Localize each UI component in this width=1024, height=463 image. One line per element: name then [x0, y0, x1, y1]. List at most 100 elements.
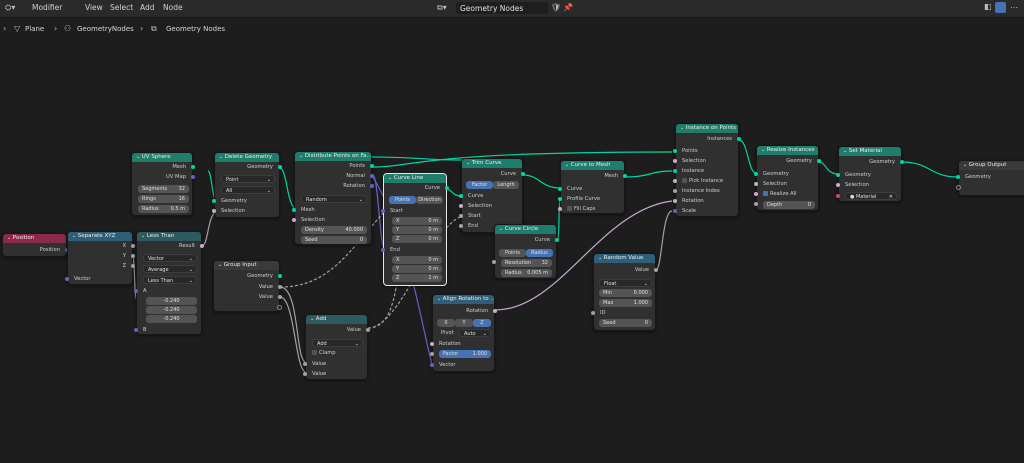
- node-distribute-points[interactable]: Distribute Points on Fa… Points Normal R…: [292, 151, 374, 245]
- input-socket[interactable]: [459, 204, 463, 208]
- max-field[interactable]: Max 1.000: [599, 299, 652, 307]
- node-group-input[interactable]: Group Input Geometry Value Value: [213, 260, 282, 312]
- empty-socket[interactable]: [956, 185, 961, 190]
- input-socket[interactable]: [459, 194, 463, 198]
- input-socket[interactable]: [673, 149, 677, 153]
- operation-dropdown[interactable]: Add ⌄: [312, 339, 363, 347]
- input-socket[interactable]: [212, 199, 216, 203]
- node-header[interactable]: Group Input: [214, 261, 279, 270]
- input-socket[interactable]: [303, 372, 307, 376]
- output-socket[interactable]: [131, 254, 135, 258]
- output-socket[interactable]: [278, 165, 282, 169]
- input-socket[interactable]: [956, 175, 960, 179]
- end-y-field[interactable]: Y 0 m: [392, 265, 442, 273]
- mode-dropdown[interactable]: All ⌄: [221, 186, 275, 194]
- input-socket[interactable]: [673, 199, 677, 203]
- input-socket[interactable]: [673, 179, 677, 183]
- input-socket[interactable]: [459, 214, 463, 218]
- pivot-dropdown[interactable]: Auto ⌄: [459, 329, 491, 337]
- node-align-rotation[interactable]: Align Rotation to … Rotation X Y Z Pivot…: [430, 294, 497, 372]
- node-header[interactable]: Realize Instances: [757, 146, 818, 155]
- output-socket[interactable]: [521, 172, 525, 176]
- node-curve-circle[interactable]: Curve Circle Curve Points Radius Resolut…: [492, 224, 559, 279]
- output-socket[interactable]: [623, 174, 627, 178]
- seed-field[interactable]: Seed 0: [301, 236, 367, 244]
- node-delete-geometry[interactable]: Delete Geometry Geometry Point ⌄ All ⌄ Geo…: [212, 152, 282, 218]
- node-curve-line[interactable]: Curve Line Curve Points Direction Start …: [381, 173, 449, 286]
- a-x-field[interactable]: -0.240: [146, 297, 197, 305]
- input-socket[interactable]: [212, 209, 216, 213]
- node-group-output[interactable]: Group Output Geometry: [956, 160, 1024, 196]
- input-socket[interactable]: [430, 352, 434, 356]
- mode-length-tab[interactable]: Length: [493, 181, 519, 189]
- close-icon[interactable]: ✕: [889, 194, 893, 200]
- node-separate-xyz[interactable]: Separate XYZ X Y Z Vector: [65, 231, 135, 285]
- output-socket[interactable]: [191, 175, 195, 179]
- node-set-material[interactable]: Set Material Geometry Geometry Selection…: [836, 146, 904, 202]
- empty-socket[interactable]: [277, 305, 282, 310]
- rings-field[interactable]: Rings 16: [138, 195, 189, 203]
- input-socket[interactable]: [673, 169, 677, 173]
- input-socket[interactable]: [65, 277, 69, 281]
- output-socket[interactable]: [191, 165, 195, 169]
- node-position[interactable]: Position Position: [2, 233, 69, 257]
- axis-x-tab[interactable]: X: [437, 319, 455, 327]
- input-socket[interactable]: [591, 311, 595, 315]
- start-x-field[interactable]: X 0 m: [392, 217, 442, 225]
- data-type-dropdown[interactable]: Float ⌄: [599, 279, 652, 287]
- input-socket[interactable]: [134, 328, 138, 332]
- resolution-field[interactable]: Resolution 32: [501, 259, 552, 267]
- domain-dropdown[interactable]: Point ⌄: [221, 175, 275, 183]
- output-socket[interactable]: [131, 264, 135, 268]
- input-socket[interactable]: [134, 289, 138, 293]
- output-socket[interactable]: [278, 295, 282, 299]
- input-socket[interactable]: [430, 342, 434, 346]
- output-socket[interactable]: [370, 184, 374, 188]
- output-socket[interactable]: [737, 137, 741, 141]
- factor-field[interactable]: Factor 1.000: [439, 350, 491, 358]
- mode-factor-tab[interactable]: Factor: [466, 181, 493, 189]
- input-socket[interactable]: [558, 207, 562, 211]
- node-curve-to-mesh[interactable]: Curve to Mesh Mesh Curve Profile Curve F…: [558, 160, 627, 214]
- node-add[interactable]: Add Value Add ⌄ Clamp Value Value: [303, 314, 370, 380]
- node-header[interactable]: Set Material: [839, 147, 901, 156]
- output-socket[interactable]: [370, 174, 374, 178]
- radius-field[interactable]: Radius 0.5 m: [138, 205, 189, 213]
- node-header[interactable]: Delete Geometry: [215, 153, 279, 162]
- input-socket[interactable]: [836, 194, 840, 198]
- output-socket[interactable]: [131, 244, 135, 248]
- node-header[interactable]: Curve to Mesh: [561, 161, 624, 170]
- min-field[interactable]: Min 0.000: [599, 289, 652, 297]
- output-socket[interactable]: [278, 285, 282, 289]
- material-selector[interactable]: ● Material ✕: [845, 192, 897, 200]
- start-y-field[interactable]: Y 0 m: [392, 226, 442, 234]
- mode-dropdown[interactable]: Vector ⌄: [143, 254, 197, 262]
- node-random-value[interactable]: Random Value Value Float ⌄ Min 0.000 Max 1.…: [591, 253, 658, 331]
- output-socket[interactable]: [366, 328, 370, 332]
- input-socket[interactable]: [754, 172, 758, 176]
- node-trim-curve[interactable]: Trim Curve Curve Factor Length Curve Sel…: [459, 158, 525, 233]
- input-socket[interactable]: [381, 209, 385, 213]
- compare-dropdown[interactable]: Less Than ⌄: [143, 276, 197, 284]
- axis-z-tab[interactable]: Z: [473, 319, 491, 327]
- input-socket[interactable]: [430, 363, 434, 367]
- density-field[interactable]: Density 40.000: [301, 226, 367, 234]
- node-header[interactable]: Less Than: [137, 232, 201, 241]
- input-socket[interactable]: [836, 173, 840, 177]
- input-socket[interactable]: [673, 209, 677, 213]
- node-header[interactable]: Random Value: [594, 254, 655, 263]
- fill-caps-checkbox[interactable]: Fill Caps: [567, 206, 595, 212]
- output-socket[interactable]: [370, 164, 374, 168]
- node-less-than[interactable]: Less Than Result Vector ⌄ Average ⌄ Less…: [134, 231, 204, 335]
- seed-field[interactable]: Seed 0: [599, 319, 652, 327]
- input-socket[interactable]: [836, 183, 840, 187]
- end-z-field[interactable]: Z 1 m: [392, 274, 442, 282]
- input-socket[interactable]: [381, 248, 385, 252]
- input-socket[interactable]: [292, 208, 296, 212]
- end-x-field[interactable]: X 0 m: [392, 256, 442, 264]
- node-header[interactable]: Curve Circle: [495, 225, 556, 234]
- node-header[interactable]: Align Rotation to …: [433, 295, 494, 304]
- mode-points-tab[interactable]: Points: [499, 249, 526, 257]
- operation-dropdown[interactable]: Average ⌄: [143, 265, 197, 273]
- output-socket[interactable]: [900, 160, 904, 164]
